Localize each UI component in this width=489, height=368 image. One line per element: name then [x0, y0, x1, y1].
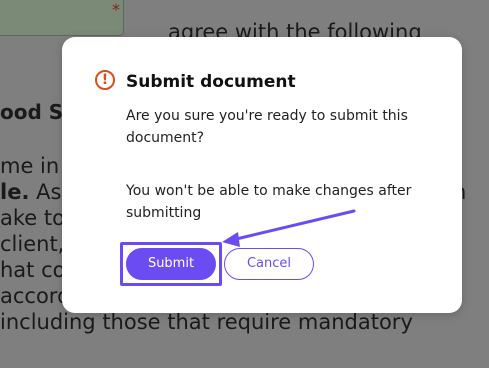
- dialog-message-warning: You won't be able to make changes after …: [126, 183, 412, 221]
- exclamation-circle-icon: !: [95, 70, 115, 90]
- dialog-title: Submit document: [126, 72, 296, 92]
- required-mark: *: [112, 0, 120, 19]
- cancel-button[interactable]: Cancel: [224, 248, 314, 280]
- doc-text: As: [29, 180, 62, 204]
- doc-line: client,: [0, 232, 65, 256]
- doc-line: accord: [0, 284, 71, 308]
- doc-line: including those that require mandatory: [0, 310, 413, 334]
- doc-bold-text: le.: [0, 180, 30, 204]
- doc-line: ake to: [0, 206, 65, 230]
- submit-dialog: ! Submit document Are you sure you're re…: [62, 37, 462, 313]
- submit-button[interactable]: Submit: [126, 248, 216, 280]
- doc-line: le. As: [0, 180, 61, 204]
- doc-heading: ood S: [0, 100, 64, 124]
- doc-input-field[interactable]: [0, 0, 124, 36]
- doc-line: me in: [0, 154, 60, 178]
- dialog-message-confirm: Are you sure you're ready to submit this…: [126, 108, 408, 146]
- doc-line: hat co: [0, 258, 66, 282]
